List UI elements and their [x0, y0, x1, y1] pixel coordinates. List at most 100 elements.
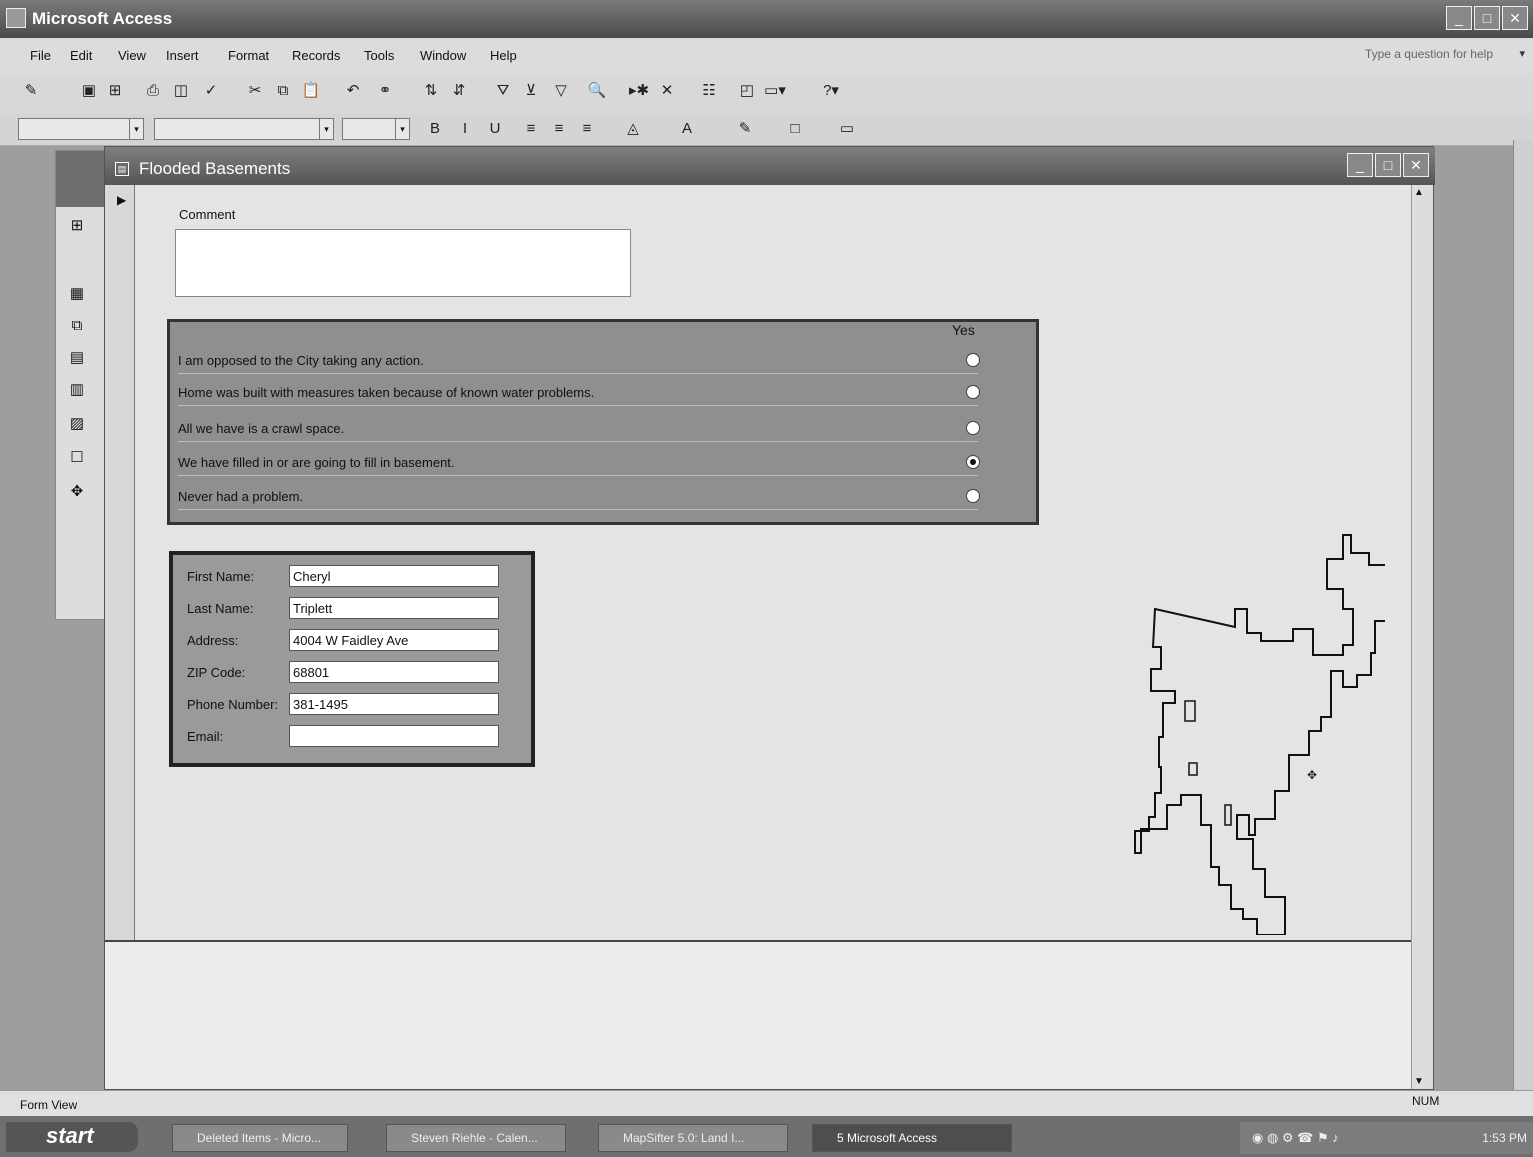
paste-icon[interactable]: 📋 [300, 80, 322, 102]
line-width-icon[interactable]: ▭ [836, 118, 858, 140]
menu-view[interactable]: View [118, 48, 146, 63]
copy-icon[interactable]: ⧉ [272, 80, 294, 102]
scroll-up-icon[interactable]: ▲ [1414, 187, 1424, 198]
start-button[interactable]: start [6, 1122, 138, 1152]
ask-question-box[interactable]: Type a question for help [1365, 47, 1493, 61]
font-size-combo[interactable]: ▾ [342, 118, 410, 140]
comment-textbox[interactable] [175, 229, 631, 297]
properties-icon[interactable]: ☷ [698, 80, 720, 102]
queries-icon[interactable]: ⧉ [66, 315, 88, 337]
forms-icon[interactable]: ▤ [66, 347, 88, 369]
tables-icon[interactable]: ▦ [66, 283, 88, 305]
yes-header: Yes [952, 322, 975, 338]
option-radio[interactable] [966, 489, 980, 503]
macros-icon[interactable]: ☐ [66, 447, 88, 469]
pages-icon[interactable]: ▨ [66, 413, 88, 435]
save-icon[interactable]: ▣ [78, 80, 100, 102]
open-object-icon[interactable]: ⊞ [66, 215, 88, 237]
menu-tools[interactable]: Tools [364, 48, 394, 63]
option-radio[interactable] [966, 421, 980, 435]
menu-edit[interactable]: Edit [70, 48, 92, 63]
option-radio-checked[interactable] [966, 455, 980, 469]
underline-icon[interactable]: U [484, 118, 506, 140]
border-icon[interactable]: □ [784, 118, 806, 140]
align-right-icon[interactable]: ≡ [576, 118, 598, 140]
form-vertical-scrollbar[interactable]: ▲ ▼ [1411, 185, 1433, 1089]
reports-icon[interactable]: ▥ [66, 379, 88, 401]
close-button[interactable]: ✕ [1502, 6, 1528, 30]
menu-help[interactable]: Help [490, 48, 517, 63]
zip-code-label: ZIP Code: [187, 665, 246, 680]
database-window-icon[interactable]: ◰ [736, 80, 758, 102]
help-icon[interactable]: ?▾ [820, 80, 842, 102]
object-combo[interactable]: ▾ [18, 118, 144, 140]
menu-format[interactable]: Format [228, 48, 269, 63]
align-center-icon[interactable]: ≡ [548, 118, 570, 140]
fill-color-icon[interactable]: ◬ [622, 118, 644, 140]
last-name-field[interactable] [289, 597, 499, 619]
task-deleted-items[interactable]: Deleted Items - Micro... [172, 1124, 348, 1152]
search-db-icon[interactable]: ⊞ [104, 80, 126, 102]
apply-filter-icon[interactable]: ▽ [550, 80, 572, 102]
delete-record-icon[interactable]: ✕ [656, 80, 678, 102]
scroll-down-icon[interactable]: ▼ [1414, 1076, 1424, 1087]
print-icon[interactable]: ⎙ [142, 80, 164, 102]
form-close-button[interactable]: ✕ [1403, 153, 1429, 177]
new-record-icon[interactable]: ▸✱ [628, 80, 650, 102]
undo-icon[interactable]: ↶ [342, 80, 364, 102]
insert-hyperlink-icon[interactable]: ⚭ [374, 80, 396, 102]
ask-dropdown-icon[interactable]: ▾ [1519, 47, 1525, 60]
sort-descending-icon[interactable]: ⇵ [448, 80, 470, 102]
font-color-icon[interactable]: A [676, 118, 698, 140]
first-name-field[interactable] [289, 565, 499, 587]
menu-window[interactable]: Window [420, 48, 466, 63]
email-field[interactable] [289, 725, 499, 747]
menu-insert[interactable]: Insert [166, 48, 199, 63]
form-minimize-button[interactable]: _ [1347, 153, 1373, 177]
option-row: We have filled in or are going to fill i… [178, 452, 980, 476]
clock[interactable]: 1:53 PM [1482, 1131, 1527, 1145]
address-field[interactable] [289, 629, 499, 651]
form-icon[interactable]: ▤ [115, 162, 129, 176]
cut-icon[interactable]: ✂ [244, 80, 266, 102]
new-object-icon[interactable]: ▭▾ [764, 80, 786, 102]
line-color-icon[interactable]: ✎ [734, 118, 756, 140]
font-combo[interactable]: ▾ [154, 118, 334, 140]
filter-by-form-icon[interactable]: ⊻ [520, 80, 542, 102]
form-title-bar[interactable]: ▤ Flooded Basements _ □ ✕ [105, 147, 1435, 185]
option-radio[interactable] [966, 385, 980, 399]
menu-records[interactable]: Records [292, 48, 340, 63]
chevron-down-icon[interactable]: ▾ [319, 119, 333, 139]
align-left-icon[interactable]: ≡ [520, 118, 542, 140]
access-app-icon[interactable] [6, 8, 26, 28]
option-label: I am opposed to the City taking any acti… [178, 353, 424, 368]
option-radio[interactable] [966, 353, 980, 367]
menu-file[interactable]: File [30, 48, 51, 63]
record-selector[interactable]: ▶ [105, 185, 135, 941]
task-calendar[interactable]: Steven Riehle - Calen... [386, 1124, 566, 1152]
form-maximize-button[interactable]: □ [1375, 153, 1401, 177]
task-mapsifter[interactable]: MapSifter 5.0: Land I... [598, 1124, 788, 1152]
chevron-down-icon[interactable]: ▾ [395, 119, 409, 139]
modules-icon[interactable]: ✥ [66, 481, 88, 503]
interior-boundary-line [1184, 700, 1232, 826]
find-icon[interactable]: 🔍 [586, 80, 608, 102]
option-row: I am opposed to the City taking any acti… [178, 350, 980, 374]
italic-icon[interactable]: I [454, 118, 476, 140]
sort-ascending-icon[interactable]: ⇅ [420, 80, 442, 102]
spelling-icon[interactable]: ✓ [200, 80, 222, 102]
options-group: Yes I am opposed to the City taking any … [167, 319, 1039, 525]
view-icon[interactable]: ✎ [20, 80, 42, 102]
filter-by-selection-icon[interactable]: ⛛ [492, 80, 514, 102]
tray-icons[interactable]: ◉ ◍ ⚙ ☎ ⚑ ♪ [1252, 1130, 1339, 1146]
zip-code-field[interactable] [289, 661, 499, 683]
minimize-button[interactable]: _ [1446, 6, 1472, 30]
bold-icon[interactable]: B [424, 118, 446, 140]
task-microsoft-access[interactable]: 5 Microsoft Access [812, 1124, 1012, 1152]
chevron-down-icon[interactable]: ▾ [129, 119, 143, 139]
maximize-button[interactable]: □ [1474, 6, 1500, 30]
phone-number-field[interactable] [289, 693, 499, 715]
app-vertical-scrollbar[interactable] [1513, 140, 1533, 1090]
print-preview-icon[interactable]: ◫ [170, 80, 192, 102]
form-window: ▤ Flooded Basements _ □ ✕ ▶ Comment Yes … [104, 146, 1435, 1090]
